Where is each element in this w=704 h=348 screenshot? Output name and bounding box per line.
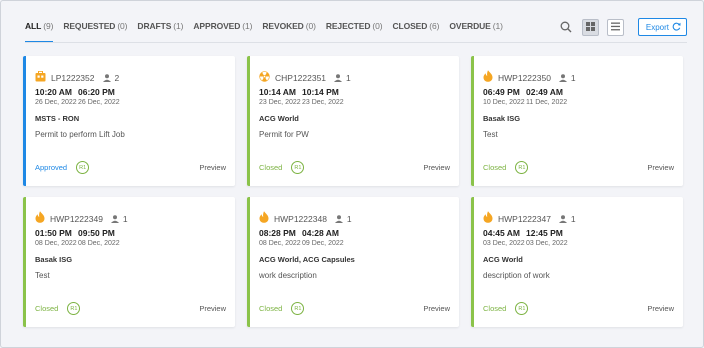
permit-id: LP1222352 [51,73,95,83]
assignee-count: 1 [334,73,351,83]
user-icon [334,215,343,223]
toolbar: Export [558,18,687,36]
permit-times: 01:50 PM 09:50 PM [35,228,115,238]
flame-icon [483,210,493,228]
tab-closed[interactable]: CLOSED (6) [392,15,439,43]
assignee-count: 1 [558,73,576,83]
permit-description: Test [35,271,50,280]
tab-approved[interactable]: APPROVED (1) [193,15,252,43]
flame-icon [35,210,45,228]
permit-id: HWP1222349 [50,214,103,224]
organization: ACG World [259,114,299,123]
organization: Basak ISG [35,255,73,264]
permit-dates: 10 Dec, 2022 11 Dec, 2022 [483,99,568,106]
tab-revoked[interactable]: REVOKED (0) [262,15,316,43]
permit-id: HWP1222348 [274,214,327,224]
flame-icon [259,210,269,228]
export-label: Export [645,22,669,32]
status-label: Approved [35,163,68,172]
revision-badge: R1 [67,302,81,315]
permit-description: Permit to perform Lift Job [35,130,125,139]
search-icon[interactable] [558,19,574,35]
organization: MSTS - RON [35,114,80,123]
tab-drafts[interactable]: DRAFTS (1) [137,15,183,43]
permit-card[interactable]: LP1222352 2 10:20 AM 06:20 PM 26 Dec, 202… [23,56,235,186]
permit-card[interactable]: HWP1222349 1 01:50 PM 09:50 PM 08 Dec, 20… [23,197,235,327]
user-icon [558,74,567,82]
permit-times: 06:49 PM 02:49 AM [483,87,564,97]
organization: ACG World, ACG Capsules [259,255,355,264]
permit-description: Test [483,130,498,139]
preview-link[interactable]: Preview [647,304,674,313]
permit-id: HWP1222350 [498,73,551,83]
assignee-count: 1 [334,214,352,224]
status-label: Closed [259,163,283,172]
permit-times: 08:28 PM 04:28 AM [259,228,340,238]
permit-id: CHP1222351 [275,73,327,83]
revision-badge: R1 [515,302,529,315]
tab-all[interactable]: ALL (9) [25,15,54,43]
flame-icon [483,69,493,87]
preview-link[interactable]: Preview [647,163,674,172]
organization: Basak ISG [483,114,521,123]
grid-view-button[interactable] [581,18,599,36]
user-icon [334,74,343,82]
preview-link[interactable]: Preview [199,304,226,313]
grid-view-icon [585,18,595,36]
permit-dates: 03 Dec, 2022 03 Dec, 2022 [483,240,568,247]
permit-dates: 08 Dec, 2022 09 Dec, 2022 [259,240,344,247]
permit-dates: 23 Dec, 2022 23 Dec, 2022 [259,99,344,106]
status-label: Closed [35,304,59,313]
organization: ACG World [483,255,523,264]
preview-link[interactable]: Preview [423,304,450,313]
revision-badge: R1 [291,302,305,315]
status-label: Closed [483,163,507,172]
list-view-icon [610,18,620,36]
revision-badge: R1 [515,161,529,174]
tab-requested[interactable]: REQUESTED (0) [63,15,127,43]
permit-times: 10:20 AM 06:20 PM [35,87,115,97]
tabs-divider [25,42,687,43]
user-icon [558,215,567,223]
revision-badge: R1 [291,161,305,174]
permit-dates: 08 Dec, 2022 08 Dec, 2022 [35,240,120,247]
assignee-count: 1 [110,214,128,224]
permit-description: Permit for PW [259,130,309,139]
list-view-button[interactable] [606,18,624,36]
tab-rejected[interactable]: REJECTED (0) [326,15,383,43]
permit-dates: 26 Dec, 2022 26 Dec, 2022 [35,99,120,106]
user-icon [102,74,111,82]
user-icon [110,215,119,223]
revision-badge: R1 [76,161,90,174]
lift-permit-icon [35,69,46,87]
permit-card[interactable]: HWP1222350 1 06:49 PM 02:49 AM 10 Dec, 20… [471,56,683,186]
assignee-count: 2 [102,73,119,83]
preview-link[interactable]: Preview [423,163,450,172]
permits-panel: ALL (9) REQUESTED (0) DRAFTS (1) APPROVED (1… [0,0,704,348]
permit-times: 10:14 AM 10:14 PM [259,87,339,97]
status-tabs: ALL (9) REQUESTED (0) DRAFTS (1) APPROVED (1… [25,15,513,43]
permit-card[interactable]: CHP1222351 1 10:14 AM 10:14 PM 23 Dec, 20… [247,56,459,186]
assignee-count: 1 [558,214,576,224]
permit-id: HWP1222347 [498,214,551,224]
preview-link[interactable]: Preview [199,163,226,172]
tab-overdue[interactable]: OVERDUE (1) [449,15,503,43]
permit-card[interactable]: HWP1222347 1 04:45 AM 12:45 PM 03 Dec, 20… [471,197,683,327]
refresh-icon [669,22,681,33]
status-label: Closed [259,304,283,313]
status-label: Closed [483,304,507,313]
export-button[interactable]: Export [637,18,687,36]
permit-times: 04:45 AM 12:45 PM [483,228,563,238]
permit-card[interactable]: HWP1222348 1 08:28 PM 04:28 AM 08 Dec, 20… [247,197,459,327]
radiation-icon [259,69,270,87]
permit-description: description of work [483,271,550,280]
permit-description: work description [259,271,317,280]
